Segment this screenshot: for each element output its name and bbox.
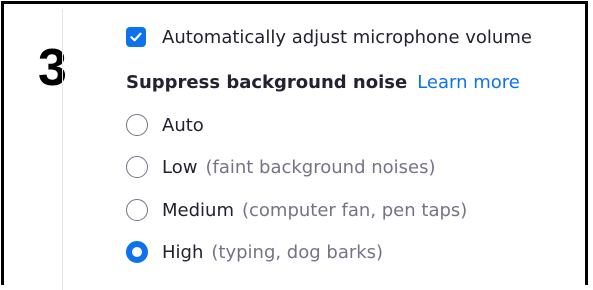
noise-option-low[interactable]: Low (faint background noises) (126, 152, 436, 182)
option-hint: (faint background noises) (205, 156, 436, 178)
learn-more-link[interactable]: Learn more (417, 72, 520, 93)
option-label: High (162, 241, 204, 263)
auto-adjust-volume-label: Automatically adjust microphone volume (162, 26, 532, 48)
option-label: Medium (162, 199, 234, 221)
suppress-noise-heading: Suppress background noise (126, 71, 408, 93)
checkmark-icon (130, 32, 142, 42)
noise-option-auto[interactable]: Auto (126, 110, 212, 140)
auto-adjust-volume-checkbox[interactable] (126, 27, 146, 47)
radio-auto[interactable] (126, 114, 148, 136)
option-label: Auto (162, 114, 204, 136)
option-label: Low (162, 156, 198, 178)
settings-panel-edge (62, 9, 63, 290)
option-hint: (computer fan, pen taps) (241, 199, 468, 221)
radio-low[interactable] (126, 156, 148, 178)
radio-high[interactable] (126, 241, 148, 263)
suppress-noise-header: Suppress background noise Learn more (126, 67, 520, 97)
noise-option-medium[interactable]: Medium (computer fan, pen taps) (126, 195, 467, 225)
radio-medium[interactable] (126, 199, 148, 221)
callout-frame: 3 Automatically adjust microphone volume… (1, 1, 588, 290)
noise-option-high[interactable]: High (typing, dog barks) (126, 237, 383, 267)
option-hint: (typing, dog barks) (211, 241, 384, 263)
auto-adjust-volume-option[interactable]: Automatically adjust microphone volume (126, 22, 532, 52)
